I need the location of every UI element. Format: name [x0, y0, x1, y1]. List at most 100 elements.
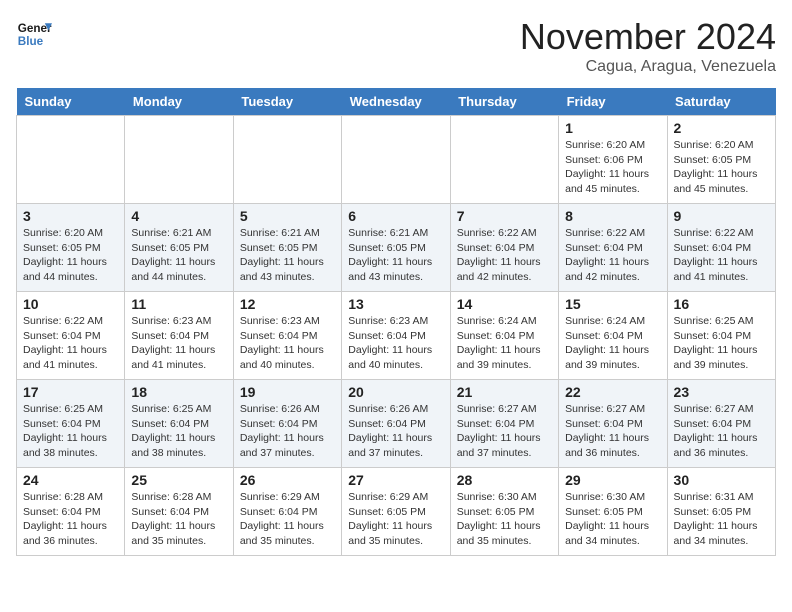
calendar-day-cell: 14 Sunrise: 6:24 AMSunset: 6:04 PMDayligh…	[450, 292, 558, 380]
day-info: Sunrise: 6:22 AMSunset: 6:04 PMDaylight:…	[674, 226, 769, 285]
day-number: 18	[131, 384, 226, 400]
day-number: 9	[674, 208, 769, 224]
calendar-day-cell	[342, 116, 450, 204]
day-number: 21	[457, 384, 552, 400]
calendar-day-cell	[125, 116, 233, 204]
calendar-day-cell: 2 Sunrise: 6:20 AMSunset: 6:05 PMDaylight…	[667, 116, 775, 204]
day-info: Sunrise: 6:24 AMSunset: 6:04 PMDaylight:…	[565, 314, 660, 373]
day-number: 2	[674, 120, 769, 136]
day-number: 12	[240, 296, 335, 312]
calendar-day-cell: 26 Sunrise: 6:29 AMSunset: 6:04 PMDayligh…	[233, 468, 341, 556]
calendar-week-row: 1 Sunrise: 6:20 AMSunset: 6:06 PMDaylight…	[17, 116, 776, 204]
day-info: Sunrise: 6:27 AMSunset: 6:04 PMDaylight:…	[674, 402, 769, 461]
day-info: Sunrise: 6:20 AMSunset: 6:05 PMDaylight:…	[23, 226, 118, 285]
day-info: Sunrise: 6:31 AMSunset: 6:05 PMDaylight:…	[674, 490, 769, 549]
day-number: 10	[23, 296, 118, 312]
day-info: Sunrise: 6:24 AMSunset: 6:04 PMDaylight:…	[457, 314, 552, 373]
day-number: 5	[240, 208, 335, 224]
day-info: Sunrise: 6:21 AMSunset: 6:05 PMDaylight:…	[348, 226, 443, 285]
calendar-week-row: 10 Sunrise: 6:22 AMSunset: 6:04 PMDayligh…	[17, 292, 776, 380]
day-number: 13	[348, 296, 443, 312]
day-info: Sunrise: 6:30 AMSunset: 6:05 PMDaylight:…	[457, 490, 552, 549]
weekday-header-sunday: Sunday	[17, 88, 125, 116]
calendar-day-cell: 29 Sunrise: 6:30 AMSunset: 6:05 PMDayligh…	[559, 468, 667, 556]
calendar-day-cell: 6 Sunrise: 6:21 AMSunset: 6:05 PMDaylight…	[342, 204, 450, 292]
day-info: Sunrise: 6:27 AMSunset: 6:04 PMDaylight:…	[457, 402, 552, 461]
calendar-day-cell	[17, 116, 125, 204]
calendar-day-cell: 8 Sunrise: 6:22 AMSunset: 6:04 PMDaylight…	[559, 204, 667, 292]
calendar-day-cell: 17 Sunrise: 6:25 AMSunset: 6:04 PMDayligh…	[17, 380, 125, 468]
day-info: Sunrise: 6:20 AMSunset: 6:05 PMDaylight:…	[674, 138, 769, 197]
day-number: 23	[674, 384, 769, 400]
day-info: Sunrise: 6:20 AMSunset: 6:06 PMDaylight:…	[565, 138, 660, 197]
calendar-day-cell: 4 Sunrise: 6:21 AMSunset: 6:05 PMDaylight…	[125, 204, 233, 292]
day-info: Sunrise: 6:30 AMSunset: 6:05 PMDaylight:…	[565, 490, 660, 549]
day-number: 24	[23, 472, 118, 488]
day-info: Sunrise: 6:27 AMSunset: 6:04 PMDaylight:…	[565, 402, 660, 461]
page-header: General Blue November 2024 Cagua, Aragua…	[16, 16, 776, 76]
calendar-day-cell: 28Sunrise: 6:30 AMSunset: 6:05 PMDayligh…	[450, 468, 558, 556]
calendar-day-cell: 30 Sunrise: 6:31 AMSunset: 6:05 PMDayligh…	[667, 468, 775, 556]
calendar-day-cell: 18 Sunrise: 6:25 AMSunset: 6:04 PMDayligh…	[125, 380, 233, 468]
calendar-week-row: 24 Sunrise: 6:28 AMSunset: 6:04 PMDayligh…	[17, 468, 776, 556]
calendar-day-cell: 21 Sunrise: 6:27 AMSunset: 6:04 PMDayligh…	[450, 380, 558, 468]
logo-icon: General Blue	[16, 16, 52, 52]
calendar-day-cell: 22 Sunrise: 6:27 AMSunset: 6:04 PMDayligh…	[559, 380, 667, 468]
day-info: Sunrise: 6:22 AMSunset: 6:04 PMDaylight:…	[23, 314, 118, 373]
day-info: Sunrise: 6:23 AMSunset: 6:04 PMDaylight:…	[348, 314, 443, 373]
day-number: 29	[565, 472, 660, 488]
weekday-header-wednesday: Wednesday	[342, 88, 450, 116]
calendar-week-row: 17 Sunrise: 6:25 AMSunset: 6:04 PMDayligh…	[17, 380, 776, 468]
weekday-header-tuesday: Tuesday	[233, 88, 341, 116]
calendar-day-cell: 11 Sunrise: 6:23 AMSunset: 6:04 PMDayligh…	[125, 292, 233, 380]
calendar-day-cell: 7Sunrise: 6:22 AMSunset: 6:04 PMDaylight…	[450, 204, 558, 292]
day-info: Sunrise: 6:25 AMSunset: 6:04 PMDaylight:…	[674, 314, 769, 373]
weekday-header-monday: Monday	[125, 88, 233, 116]
day-number: 4	[131, 208, 226, 224]
day-info: Sunrise: 6:28 AMSunset: 6:04 PMDaylight:…	[23, 490, 118, 549]
weekday-header-row: SundayMondayTuesdayWednesdayThursdayFrid…	[17, 88, 776, 116]
day-info: Sunrise: 6:25 AMSunset: 6:04 PMDaylight:…	[131, 402, 226, 461]
day-number: 19	[240, 384, 335, 400]
day-info: Sunrise: 6:22 AMSunset: 6:04 PMDaylight:…	[565, 226, 660, 285]
day-number: 17	[23, 384, 118, 400]
day-info: Sunrise: 6:25 AMSunset: 6:04 PMDaylight:…	[23, 402, 118, 461]
calendar-day-cell: 12Sunrise: 6:23 AMSunset: 6:04 PMDayligh…	[233, 292, 341, 380]
day-number: 16	[674, 296, 769, 312]
calendar-day-cell	[450, 116, 558, 204]
day-number: 1	[565, 120, 660, 136]
calendar-day-cell: 13 Sunrise: 6:23 AMSunset: 6:04 PMDayligh…	[342, 292, 450, 380]
day-number: 25	[131, 472, 226, 488]
calendar-day-cell: 1 Sunrise: 6:20 AMSunset: 6:06 PMDaylight…	[559, 116, 667, 204]
weekday-header-thursday: Thursday	[450, 88, 558, 116]
location-title: Cagua, Aragua, Venezuela	[520, 58, 776, 76]
calendar-table: SundayMondayTuesdayWednesdayThursdayFrid…	[16, 88, 776, 556]
calendar-day-cell: 10 Sunrise: 6:22 AMSunset: 6:04 PMDayligh…	[17, 292, 125, 380]
day-number: 30	[674, 472, 769, 488]
day-number: 8	[565, 208, 660, 224]
day-info: Sunrise: 6:29 AMSunset: 6:04 PMDaylight:…	[240, 490, 335, 549]
calendar-day-cell: 24 Sunrise: 6:28 AMSunset: 6:04 PMDayligh…	[17, 468, 125, 556]
day-info: Sunrise: 6:26 AMSunset: 6:04 PMDaylight:…	[240, 402, 335, 461]
day-number: 27	[348, 472, 443, 488]
calendar-day-cell: 3Sunrise: 6:20 AMSunset: 6:05 PMDaylight…	[17, 204, 125, 292]
day-number: 26	[240, 472, 335, 488]
day-info: Sunrise: 6:21 AMSunset: 6:05 PMDaylight:…	[240, 226, 335, 285]
day-info: Sunrise: 6:28 AMSunset: 6:04 PMDaylight:…	[131, 490, 226, 549]
day-info: Sunrise: 6:23 AMSunset: 6:04 PMDaylight:…	[131, 314, 226, 373]
day-number: 15	[565, 296, 660, 312]
calendar-day-cell: 23 Sunrise: 6:27 AMSunset: 6:04 PMDayligh…	[667, 380, 775, 468]
day-number: 14	[457, 296, 552, 312]
calendar-day-cell: 16 Sunrise: 6:25 AMSunset: 6:04 PMDayligh…	[667, 292, 775, 380]
calendar-day-cell: 9 Sunrise: 6:22 AMSunset: 6:04 PMDaylight…	[667, 204, 775, 292]
day-number: 22	[565, 384, 660, 400]
calendar-title-area: November 2024 Cagua, Aragua, Venezuela	[520, 16, 776, 76]
day-info: Sunrise: 6:22 AMSunset: 6:04 PMDaylight:…	[457, 226, 552, 285]
day-info: Sunrise: 6:29 AMSunset: 6:05 PMDaylight:…	[348, 490, 443, 549]
day-number: 11	[131, 296, 226, 312]
day-number: 6	[348, 208, 443, 224]
day-info: Sunrise: 6:26 AMSunset: 6:04 PMDaylight:…	[348, 402, 443, 461]
calendar-day-cell	[233, 116, 341, 204]
day-info: Sunrise: 6:21 AMSunset: 6:05 PMDaylight:…	[131, 226, 226, 285]
calendar-day-cell: 27 Sunrise: 6:29 AMSunset: 6:05 PMDayligh…	[342, 468, 450, 556]
